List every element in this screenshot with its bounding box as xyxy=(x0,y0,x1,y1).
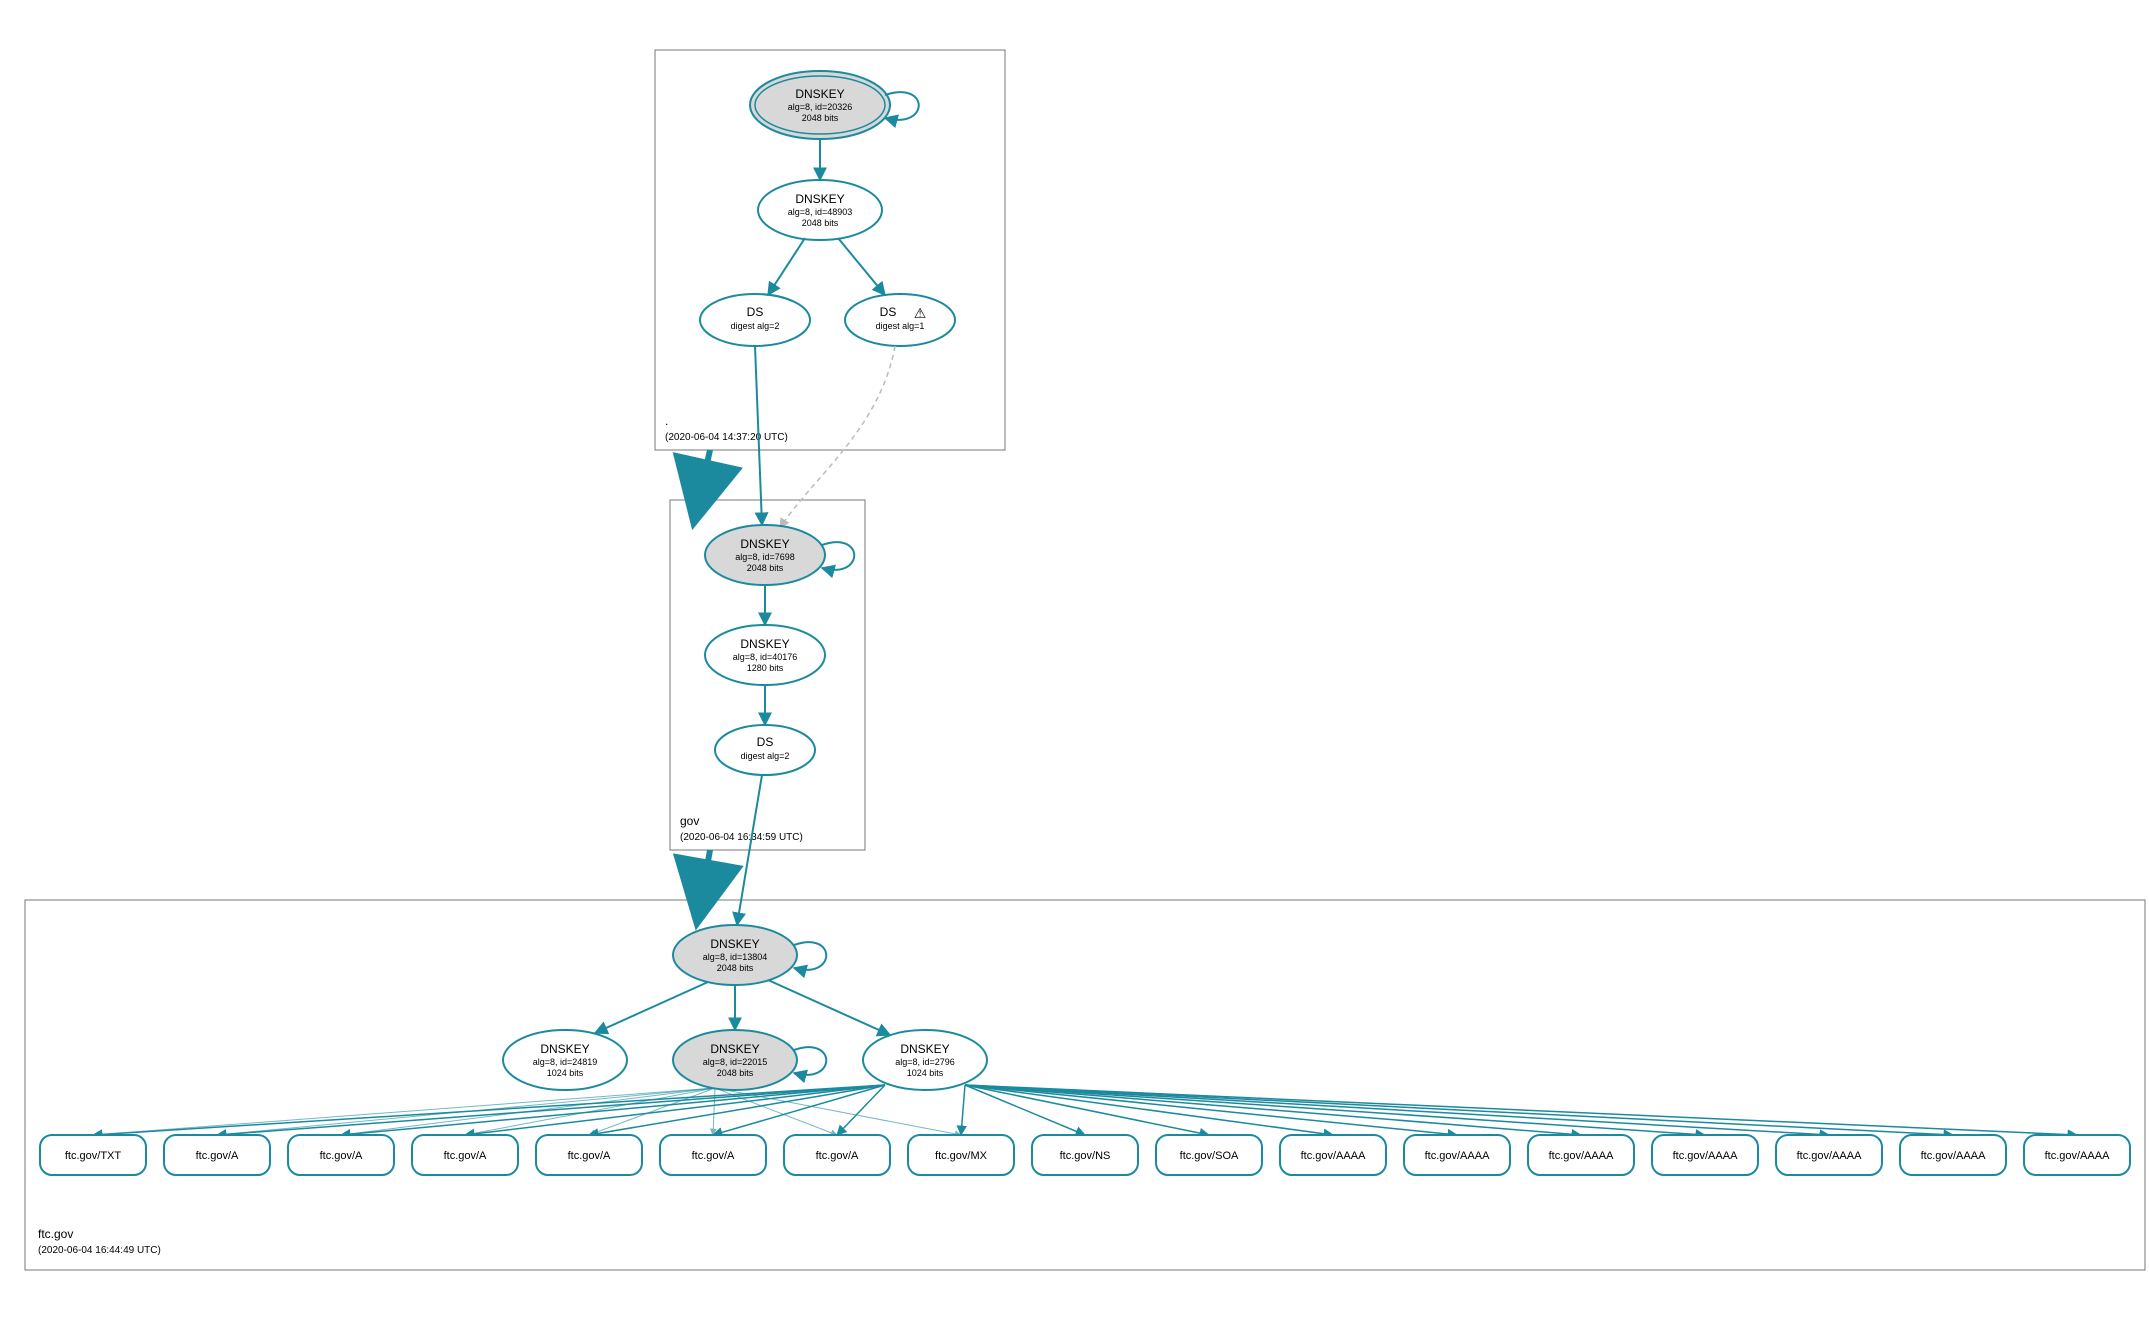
svg-text:alg=8, id=20326: alg=8, id=20326 xyxy=(788,102,853,112)
node-gov-ds: DS digest alg=2 xyxy=(715,725,815,775)
svg-text:DNSKEY: DNSKEY xyxy=(740,537,789,551)
node-ftc-k2: DNSKEY alg=8, id=24819 1024 bits xyxy=(503,1030,627,1090)
edge xyxy=(93,1088,715,1135)
edge xyxy=(768,980,890,1035)
node-root-ds2: DS digest alg=2 xyxy=(700,294,810,346)
node-gov-ksk: DNSKEY alg=8, id=7698 2048 bits xyxy=(705,525,825,585)
svg-text:1024 bits: 1024 bits xyxy=(547,1068,584,1078)
record-label: ftc.gov/AAAA xyxy=(1797,1150,1862,1162)
node-gov-zsk: DNSKEY alg=8, id=40176 1280 bits xyxy=(705,625,825,685)
svg-text:alg=8, id=22015: alg=8, id=22015 xyxy=(703,1057,768,1067)
svg-text:digest alg=2: digest alg=2 xyxy=(741,751,790,761)
edge xyxy=(465,1085,885,1135)
svg-text:DNSKEY: DNSKEY xyxy=(900,1042,949,1056)
record-label: ftc.gov/SOA xyxy=(1180,1150,1239,1162)
edge xyxy=(217,1085,885,1135)
record-label: ftc.gov/A xyxy=(320,1150,363,1162)
svg-text:1024 bits: 1024 bits xyxy=(907,1068,944,1078)
svg-text:2048 bits: 2048 bits xyxy=(802,218,839,228)
edge-gov-ksk-self xyxy=(822,542,854,570)
zone-gov-label: gov xyxy=(680,814,699,828)
edge xyxy=(217,1088,715,1135)
svg-text:2048 bits: 2048 bits xyxy=(747,563,784,573)
svg-text:alg=8, id=13804: alg=8, id=13804 xyxy=(703,952,768,962)
edge-ftc-ksk-self xyxy=(794,942,826,970)
edge xyxy=(465,1088,715,1135)
edge xyxy=(965,1085,1829,1135)
record-label: ftc.gov/A xyxy=(568,1150,611,1162)
svg-text:DNSKEY: DNSKEY xyxy=(740,637,789,651)
edge xyxy=(93,1085,885,1135)
edge xyxy=(965,1085,1705,1135)
svg-text:DNSKEY: DNSKEY xyxy=(710,1042,759,1056)
record-label: ftc.gov/AAAA xyxy=(1301,1150,1366,1162)
record-label: ftc.gov/TXT xyxy=(65,1150,122,1162)
node-root-ksk: DNSKEY alg=8, id=20326 2048 bits xyxy=(750,71,890,139)
edge-ftc-k3-self xyxy=(794,1047,826,1075)
zone-root-label: . xyxy=(665,414,668,428)
node-ftc-k4: DNSKEY alg=8, id=2796 1024 bits xyxy=(863,1030,987,1090)
warning-icon: ⚠ xyxy=(914,305,927,321)
svg-text:2048 bits: 2048 bits xyxy=(717,963,754,973)
svg-text:digest alg=1: digest alg=1 xyxy=(876,321,925,331)
svg-text:2048 bits: 2048 bits xyxy=(802,113,839,123)
record-label: ftc.gov/AAAA xyxy=(1673,1150,1738,1162)
svg-text:DNSKEY: DNSKEY xyxy=(710,937,759,951)
zone-ftc-timestamp: (2020-06-04 16:44:49 UTC) xyxy=(38,1245,161,1256)
record-label: ftc.gov/A xyxy=(196,1150,239,1162)
edge-dashed xyxy=(780,346,895,528)
edge xyxy=(965,1085,1457,1135)
record-label: ftc.gov/AAAA xyxy=(1425,1150,1490,1162)
record-label: ftc.gov/A xyxy=(816,1150,859,1162)
svg-text:DNSKEY: DNSKEY xyxy=(540,1042,589,1056)
svg-text:DS: DS xyxy=(757,735,774,749)
record-label: ftc.gov/AAAA xyxy=(2045,1150,2110,1162)
record-label: ftc.gov/A xyxy=(444,1150,487,1162)
edge-zone-root-gov xyxy=(700,450,710,495)
svg-text:alg=8, id=24819: alg=8, id=24819 xyxy=(533,1057,598,1067)
record-label: ftc.gov/AAAA xyxy=(1549,1150,1614,1162)
node-root-ds1: DS digest alg=1 ⚠ xyxy=(845,294,955,346)
edge xyxy=(595,982,708,1033)
svg-text:1280 bits: 1280 bits xyxy=(747,663,784,673)
record-label: ftc.gov/MX xyxy=(935,1150,988,1162)
svg-text:alg=8, id=2796: alg=8, id=2796 xyxy=(895,1057,955,1067)
edge xyxy=(768,238,805,295)
node-ftc-ksk: DNSKEY alg=8, id=13804 2048 bits xyxy=(673,925,797,985)
node-root-zsk: DNSKEY alg=8, id=48903 2048 bits xyxy=(758,180,882,240)
svg-text:DS: DS xyxy=(747,305,764,319)
record-label: ftc.gov/AAAA xyxy=(1921,1150,1986,1162)
node-ftc-k3: DNSKEY alg=8, id=22015 2048 bits xyxy=(673,1030,797,1090)
edge xyxy=(838,238,885,295)
edge-zone-gov-ftc xyxy=(702,850,710,895)
edge xyxy=(965,1085,1953,1135)
svg-text:DNSKEY: DNSKEY xyxy=(795,87,844,101)
edge xyxy=(961,1085,965,1135)
svg-text:digest alg=2: digest alg=2 xyxy=(731,321,780,331)
svg-text:DS: DS xyxy=(880,305,897,319)
dnssec-graph: . (2020-06-04 14:37:20 UTC) DNSKEY alg=8… xyxy=(10,10,2149,1309)
zone-ftc-label: ftc.gov xyxy=(38,1227,73,1241)
record-label: ftc.gov/A xyxy=(692,1150,735,1162)
zone-root-timestamp: (2020-06-04 14:37:20 UTC) xyxy=(665,432,788,443)
record-label: ftc.gov/NS xyxy=(1060,1150,1111,1162)
svg-text:2048 bits: 2048 bits xyxy=(717,1068,754,1078)
svg-text:alg=8, id=48903: alg=8, id=48903 xyxy=(788,207,853,217)
edge xyxy=(965,1085,2077,1135)
zone-gov-timestamp: (2020-06-04 16:34:59 UTC) xyxy=(680,832,803,843)
edge xyxy=(715,1088,961,1135)
svg-text:DNSKEY: DNSKEY xyxy=(795,192,844,206)
edge xyxy=(589,1088,715,1135)
zone-ftc-box xyxy=(25,900,2145,1270)
svg-text:alg=8, id=40176: alg=8, id=40176 xyxy=(733,652,798,662)
svg-text:alg=8, id=7698: alg=8, id=7698 xyxy=(735,552,795,562)
